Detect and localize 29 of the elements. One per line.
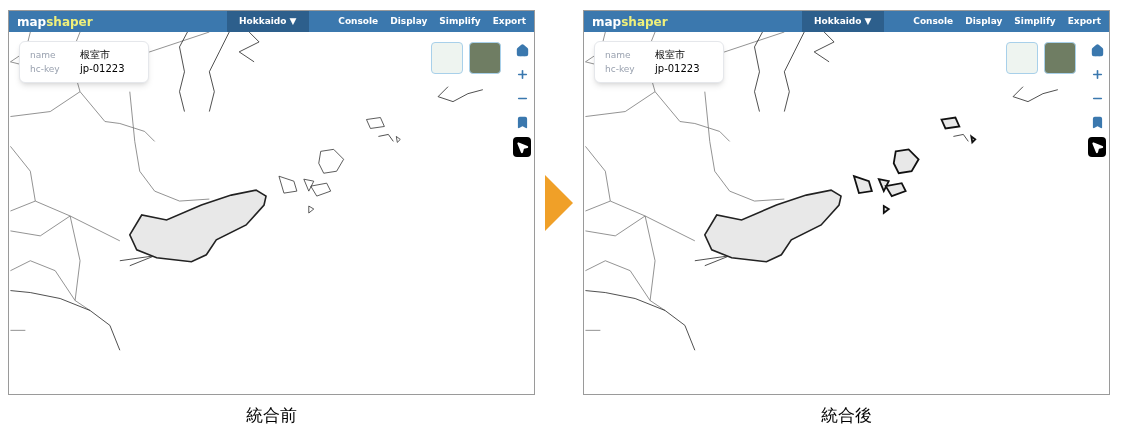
menu-item[interactable]: Console <box>913 14 954 29</box>
caption: 統合前 <box>246 404 297 427</box>
field-value: jp-01223 <box>655 62 701 76</box>
field-value: 根室市 <box>80 48 111 62</box>
street-basemap-thumbnail[interactable] <box>431 42 463 74</box>
menu-item[interactable]: Simplify <box>439 14 481 29</box>
menu-item[interactable]: Export <box>492 14 526 29</box>
field-label: name <box>30 49 57 62</box>
field-label: name <box>605 49 632 62</box>
pointer-icon[interactable] <box>1088 137 1106 157</box>
menu-item[interactable]: Display <box>390 14 428 29</box>
field-label: hc-key <box>605 63 636 76</box>
field-label: hc-key <box>30 63 61 76</box>
caption: 統合後 <box>821 404 872 427</box>
arrow-icon <box>545 175 573 231</box>
satellite-basemap-thumbnail[interactable] <box>1044 42 1076 74</box>
field-value: 根室市 <box>655 48 686 62</box>
layer-menu[interactable]: Hokkaido ▼ <box>227 11 309 32</box>
street-basemap-thumbnail[interactable] <box>1006 42 1038 74</box>
pointer-icon[interactable] <box>513 137 531 157</box>
menu-item[interactable]: Export <box>1067 14 1101 29</box>
menu-item[interactable]: Display <box>965 14 1003 29</box>
menu-item[interactable]: Console <box>338 14 379 29</box>
menu-item[interactable]: Simplify <box>1014 14 1056 29</box>
app-logo: mapshaper <box>17 13 94 31</box>
satellite-basemap-thumbnail[interactable] <box>469 42 501 74</box>
field-value: jp-01223 <box>80 62 126 76</box>
layer-menu[interactable]: Hokkaido ▼ <box>802 11 884 32</box>
app-logo: mapshaper <box>592 13 669 31</box>
